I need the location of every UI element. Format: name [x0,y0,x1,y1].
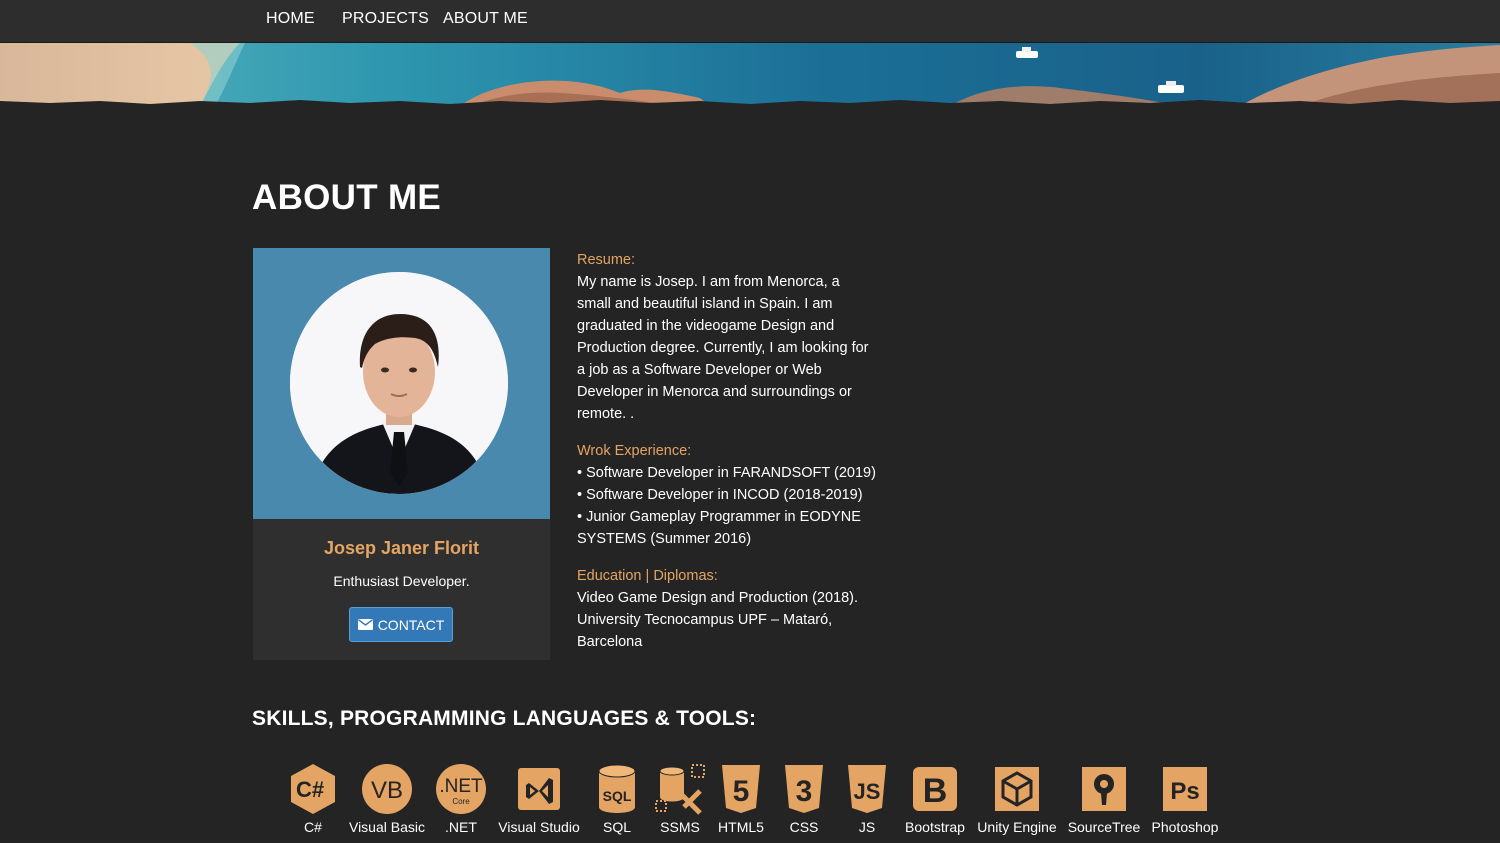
work-experience-item: • Software Developer in INCOD (2018-2019… [577,487,863,503]
profile-name: Josep Janer Florit [323,538,480,558]
skill-label: JS [858,819,876,835]
skill-label: Visual Basic [348,819,425,835]
contact-button-label: CONTACT [377,616,445,633]
envelope-icon [357,619,373,630]
skill-label: SourceTree [1067,819,1141,835]
skill-bootstrap: B Bootstrap [902,763,968,835]
education-label: Education | Diplomas: [577,568,718,584]
coastline-banner-image [0,43,1500,106]
skill-label: Unity Engine [977,819,1057,835]
skill-label: Photoshop [1151,819,1219,835]
skill-visual-studio: Visual Studio [496,763,582,835]
visual-basic-icon: VB [362,764,412,814]
work-experience-item: • Software Developer in FARANDSOFT (2019… [577,465,876,481]
work-experience-label: Wrok Experience: [577,443,692,459]
svg-text:C#: C# [296,777,324,802]
skill-ssms: SSMS [654,763,706,835]
svg-text:3: 3 [796,775,813,808]
nav-projects-link[interactable]: PROJECTS [342,10,429,28]
skill-label: C# [304,819,322,835]
skill-label: Visual Studio [498,819,580,835]
resume-label: Resume: [577,252,636,268]
skill-label: SQL [602,819,631,835]
html5-icon: 5 [722,765,760,813]
ssms-icon [655,764,705,815]
svg-text:SQL: SQL [603,788,632,804]
nav-home-link[interactable]: HOME [266,10,315,28]
top-navbar: HOME PROJECTS ABOUT ME [0,0,1500,43]
visual-studio-icon [518,768,560,810]
education-section: Education | Diplomas: Video Game Design … [577,565,877,653]
skill-css: 3 CSS [782,763,826,835]
sourcetree-icon [1082,767,1126,811]
svg-text:VB: VB [371,777,403,804]
svg-text:Ps: Ps [1170,778,1199,805]
skill-js: JS JS [845,763,889,835]
profile-avatar [290,272,508,494]
dotnet-core-icon: .NET Core [436,764,486,814]
svg-text:.NET: .NET [439,776,483,797]
svg-text:B: B [923,772,948,810]
skill-unity: Unity Engine [975,763,1059,835]
profile-tagline: Enthusiast Developer. [333,573,470,589]
skill-sourcetree: SourceTree [1067,763,1141,835]
work-experience-section: Wrok Experience: • Software Developer in… [577,440,877,550]
unity-icon [995,767,1039,811]
skill-label: .NET [445,819,477,835]
photoshop-icon: Ps [1163,767,1207,811]
svg-text:JS: JS [854,779,881,804]
skill-label: HTML5 [718,819,764,835]
page-title: ABOUT ME [252,178,442,217]
skill-html5: 5 HTML5 [718,763,764,835]
skill-dotnet: .NET Core .NET [435,763,487,835]
skill-visual-basic: VB Visual Basic [348,763,426,835]
sql-icon: SQL [598,764,636,813]
svg-text:5: 5 [733,775,750,808]
skills-title: SKILLS, PROGRAMMING LANGUAGES & TOOLS: [252,707,757,730]
profile-photo-panel [253,248,550,519]
csharp-icon: C# [291,764,335,814]
bootstrap-icon: B [913,767,957,811]
resume-text: My name is Josep. I am from Menorca, a s… [577,274,869,422]
skill-label: SSMS [660,819,700,835]
skill-photoshop: Ps Photoshop [1149,763,1221,835]
resume-section: Resume: My name is Josep. I am from Meno… [577,249,877,425]
javascript-icon: JS [848,765,886,813]
work-experience-item: • Junior Gameplay Programmer in EODYNE S… [577,509,861,547]
skill-sql: SQL SQL [595,763,639,835]
skill-label: Bootstrap [905,819,965,835]
profile-card: Josep Janer Florit Enthusiast Developer.… [253,248,550,660]
skill-label: CSS [789,819,819,835]
about-info-column: Resume: My name is Josep. I am from Meno… [577,249,877,668]
education-text: Video Game Design and Production (2018).… [577,590,859,650]
contact-button[interactable]: CONTACT [349,607,453,642]
nav-about-me-link[interactable]: ABOUT ME [443,10,528,28]
skill-csharp: C# C# [289,763,337,835]
css3-icon: 3 [785,765,823,813]
svg-text:Core: Core [452,797,470,806]
